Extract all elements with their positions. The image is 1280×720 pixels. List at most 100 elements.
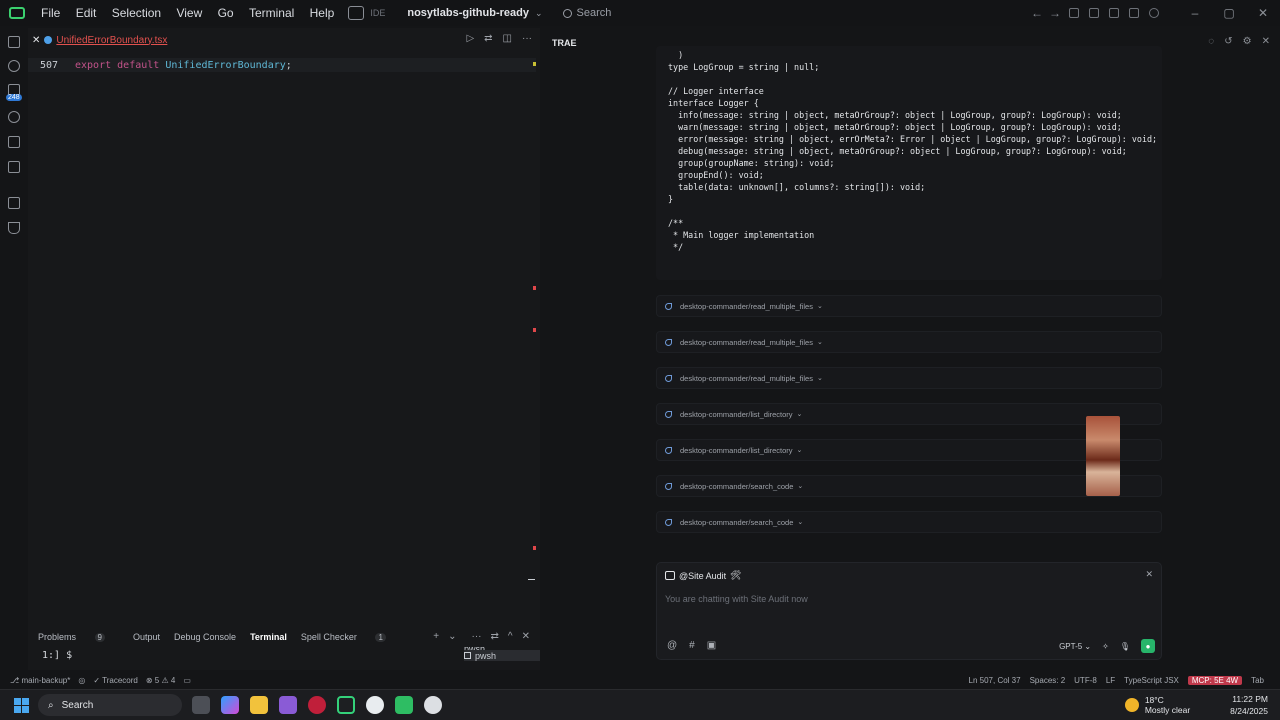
- terminal-app-icon[interactable]: [337, 696, 355, 714]
- chevron-down-icon[interactable]: ⌄: [797, 482, 803, 490]
- remote-explorer-icon[interactable]: [8, 161, 20, 173]
- file-explorer-icon[interactable]: [250, 696, 268, 714]
- panel-toggle-icon[interactable]: [1089, 8, 1099, 18]
- code-line[interactable]: 507 export default UnifiedErrorBoundary;: [28, 58, 536, 72]
- back-icon[interactable]: ←: [1028, 6, 1046, 20]
- opera-icon[interactable]: [308, 696, 326, 714]
- chevron-down-icon[interactable]: ⌄: [817, 374, 823, 382]
- close-agent-icon[interactable]: ✕: [1145, 569, 1153, 580]
- tab-terminal[interactable]: Terminal: [250, 632, 287, 642]
- hashtag-icon[interactable]: #: [689, 640, 695, 651]
- chatgpt-icon[interactable]: [424, 696, 442, 714]
- image-icon[interactable]: ▣: [707, 640, 716, 651]
- split-editor-icon[interactable]: ◫: [503, 33, 512, 44]
- model-selector[interactable]: GPT-5 ⌄: [1059, 642, 1091, 651]
- microphone-icon[interactable]: 🎙: [1120, 642, 1130, 651]
- secondary-sidebar-icon[interactable]: [1129, 8, 1139, 18]
- close-window-icon[interactable]: ✕: [1246, 6, 1280, 20]
- account-icon[interactable]: [1149, 8, 1159, 18]
- debug-icon[interactable]: [8, 136, 20, 148]
- tool-call-row[interactable]: desktop-commander/read_multiple_files ⌄: [656, 367, 1162, 389]
- terminal-layout-icon[interactable]: ⇄: [491, 631, 499, 642]
- agent-name[interactable]: @Site Audit: [679, 571, 726, 581]
- menu-file[interactable]: File: [41, 6, 60, 20]
- tab-problems[interactable]: Problems 9: [38, 632, 119, 642]
- tool-call-row[interactable]: desktop-commander/search_code ⌄: [656, 511, 1162, 533]
- scrollbar-thumb[interactable]: [528, 579, 535, 580]
- mcp-status[interactable]: MCP: 5E 4W: [1187, 676, 1243, 685]
- chevron-down-icon[interactable]: ⌄: [817, 338, 823, 346]
- new-chat-icon[interactable]: ◌: [1208, 36, 1214, 47]
- obs-icon[interactable]: [366, 696, 384, 714]
- mention-icon[interactable]: @: [667, 640, 677, 651]
- language-mode[interactable]: TypeScript JSX: [1124, 676, 1179, 685]
- terminal-prompt[interactable]: 1:] $: [42, 650, 72, 661]
- tool-call-label: desktop-commander/list_directory: [680, 409, 793, 419]
- tab-output[interactable]: Output: [133, 632, 160, 642]
- forward-icon[interactable]: →: [1046, 6, 1064, 20]
- maximize-panel-icon[interactable]: ^: [508, 631, 513, 642]
- new-terminal-icon[interactable]: +: [433, 631, 439, 642]
- trae-app-icon[interactable]: [395, 696, 413, 714]
- menu-selection[interactable]: Selection: [112, 6, 161, 20]
- branch-status[interactable]: ⎇ main-backup*: [10, 676, 70, 685]
- menu-terminal[interactable]: Terminal: [249, 6, 294, 20]
- history-icon[interactable]: ↺: [1224, 36, 1232, 47]
- testing-flask-icon[interactable]: [8, 222, 20, 234]
- search-icon[interactable]: [8, 60, 20, 72]
- more-icon[interactable]: ···: [472, 631, 482, 642]
- app-store-icon[interactable]: [279, 696, 297, 714]
- more-actions-icon[interactable]: ···: [522, 33, 532, 44]
- cursor-position[interactable]: Ln 507, Col 37: [969, 676, 1021, 685]
- tab-close-icon[interactable]: ✕: [32, 35, 40, 46]
- end-of-line[interactable]: LF: [1106, 676, 1115, 685]
- run-icon[interactable]: ▷: [466, 33, 474, 44]
- settings-gear-icon[interactable]: ⚙: [1243, 36, 1252, 47]
- clock[interactable]: 11:22 PM 8/24/2025: [1230, 693, 1268, 717]
- tracecord-status[interactable]: ✓ Tracecord: [93, 676, 138, 685]
- weather-widget[interactable]: 18°C Mostly clear: [1124, 695, 1190, 715]
- task-view-icon[interactable]: [192, 696, 210, 714]
- menu-help[interactable]: Help: [310, 6, 335, 20]
- minimize-icon[interactable]: –: [1178, 6, 1212, 20]
- menu-view[interactable]: View: [176, 6, 202, 20]
- sync-icon[interactable]: ◎: [78, 676, 85, 685]
- chat-input[interactable]: [665, 594, 1145, 604]
- send-button[interactable]: ●: [1141, 639, 1155, 653]
- close-panel-icon[interactable]: ✕: [522, 631, 530, 642]
- problems-status[interactable]: ⊗ 5 ⚠ 4: [146, 676, 175, 685]
- chevron-down-icon[interactable]: ⌄: [817, 302, 823, 310]
- layout-icon[interactable]: [1069, 8, 1079, 18]
- menu-edit[interactable]: Edit: [76, 6, 97, 20]
- sparkle-icon[interactable]: ✧: [1102, 642, 1109, 651]
- extensions-icon[interactable]: [8, 197, 20, 209]
- tool-call-row[interactable]: desktop-commander/read_multiple_files ⌄: [656, 331, 1162, 353]
- ide-mode-toggle[interactable]: IDE: [348, 6, 385, 20]
- chevron-down-icon[interactable]: ⌄: [797, 518, 803, 526]
- chevron-down-icon[interactable]: ⌄: [535, 8, 543, 19]
- maximize-icon[interactable]: ▢: [1212, 6, 1246, 20]
- tool-call-row[interactable]: desktop-commander/read_multiple_files ⌄: [656, 295, 1162, 317]
- compare-icon[interactable]: ⇄: [484, 33, 492, 44]
- explorer-icon[interactable]: [8, 36, 20, 48]
- tab-mode[interactable]: Tab: [1251, 676, 1264, 685]
- ports-icon[interactable]: ▭: [183, 676, 191, 685]
- chevron-down-icon[interactable]: ⌄: [797, 446, 803, 454]
- tab-debug-console[interactable]: Debug Console: [174, 632, 236, 642]
- editor-tab-unified-error-boundary[interactable]: UnifiedErrorBoundary.tsx: [56, 35, 167, 46]
- sidebar-toggle-icon[interactable]: [1109, 8, 1119, 18]
- eye-icon[interactable]: [8, 111, 20, 123]
- project-name[interactable]: nosytlabs-github-ready: [407, 7, 529, 19]
- taskbar-search[interactable]: ⌕ Search: [38, 694, 182, 716]
- close-icon[interactable]: ✕: [1262, 36, 1270, 47]
- windows-start-icon[interactable]: [14, 698, 29, 713]
- menu-go[interactable]: Go: [218, 6, 234, 20]
- indentation[interactable]: Spaces: 2: [1030, 676, 1066, 685]
- copilot-icon[interactable]: [221, 696, 239, 714]
- chevron-down-icon[interactable]: ⌄: [797, 410, 803, 418]
- encoding[interactable]: UTF-8: [1074, 676, 1097, 685]
- chevron-down-icon[interactable]: ⌄: [448, 631, 456, 642]
- terminal-item[interactable]: pwsh: [464, 650, 540, 661]
- tab-spell-checker[interactable]: Spell Checker 1: [301, 632, 400, 642]
- command-search[interactable]: Search: [562, 7, 611, 19]
